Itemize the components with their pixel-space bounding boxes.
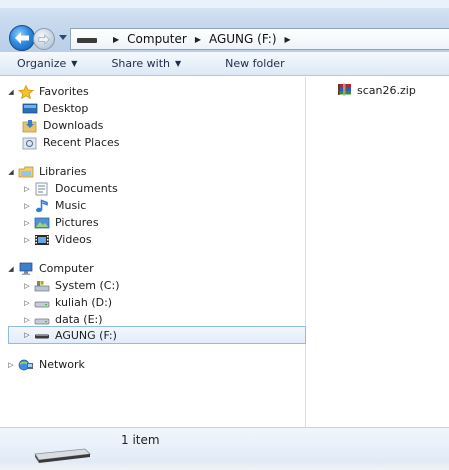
tree-item-label: AGUNG (F:) bbox=[55, 328, 117, 342]
collapsed-arrow-icon[interactable]: ▷ bbox=[22, 282, 32, 290]
tree-item-documents[interactable]: ▷ Documents bbox=[22, 180, 118, 197]
forward-button[interactable] bbox=[33, 28, 55, 50]
file-name: scan26.zip bbox=[357, 83, 416, 97]
hard-drive-icon bbox=[34, 313, 50, 327]
tree-item-system-c[interactable]: ▷ System (C:) bbox=[22, 277, 120, 294]
back-arrow-icon bbox=[15, 32, 29, 44]
tree-network-label: Network bbox=[39, 358, 85, 371]
organize-button[interactable]: Organize ▼ bbox=[17, 57, 77, 70]
tree-item-label: Documents bbox=[55, 182, 118, 195]
star-icon bbox=[18, 84, 34, 99]
breadcrumb-arrow-icon[interactable]: ▶ bbox=[113, 35, 119, 44]
forward-arrow-icon bbox=[38, 33, 50, 45]
recent-pages-dropdown[interactable] bbox=[58, 33, 68, 43]
pictures-icon bbox=[34, 216, 50, 230]
collapsed-arrow-icon[interactable]: ▷ bbox=[22, 236, 32, 244]
breadcrumb-arrow-icon[interactable]: ▶ bbox=[195, 35, 201, 44]
chevron-down-icon: ▼ bbox=[175, 59, 182, 68]
tree-libraries-label: Libraries bbox=[39, 165, 87, 178]
tree-computer[interactable]: ◢ Computer bbox=[6, 260, 94, 277]
share-with-label: Share with bbox=[111, 57, 171, 70]
tree-network[interactable]: ▷ Network bbox=[6, 356, 85, 373]
breadcrumb-computer[interactable]: Computer bbox=[127, 32, 187, 46]
expanded-arrow-icon[interactable]: ◢ bbox=[6, 265, 16, 273]
tree-item-label: Recent Places bbox=[43, 136, 120, 149]
music-icon bbox=[34, 198, 50, 213]
tree-item-kuliah-d[interactable]: ▷ kuliah (D:) bbox=[22, 294, 112, 311]
collapsed-arrow-icon[interactable]: ▷ bbox=[6, 361, 16, 369]
tree-item-agung-f[interactable]: ▷ AGUNG (F:) bbox=[8, 326, 306, 344]
navigation-pane: ◢ Favorites Desktop Downloads Recent Pla… bbox=[0, 77, 306, 427]
organize-label: Organize bbox=[17, 57, 67, 70]
drive-icon bbox=[77, 33, 99, 45]
libraries-icon bbox=[18, 165, 34, 179]
tree-libraries[interactable]: ◢ Libraries bbox=[6, 163, 87, 180]
window-edge bbox=[0, 462, 449, 470]
breadcrumb-arrow-icon[interactable]: ▶ bbox=[285, 35, 291, 44]
tree-item-label: Videos bbox=[55, 233, 92, 246]
back-button[interactable] bbox=[9, 25, 35, 51]
tree-item-label: Pictures bbox=[55, 216, 99, 229]
expanded-arrow-icon[interactable]: ◢ bbox=[6, 88, 16, 96]
file-item[interactable]: scan26.zip bbox=[337, 83, 416, 97]
desktop-icon bbox=[22, 102, 38, 116]
collapsed-arrow-icon[interactable]: ▷ bbox=[22, 316, 32, 324]
collapsed-arrow-icon[interactable]: ▷ bbox=[22, 299, 32, 307]
tree-item-downloads[interactable]: Downloads bbox=[22, 117, 103, 134]
tree-item-pictures[interactable]: ▷ Pictures bbox=[22, 214, 99, 231]
network-icon bbox=[18, 358, 34, 372]
documents-icon bbox=[34, 182, 50, 196]
tree-item-videos[interactable]: ▷ Videos bbox=[22, 231, 92, 248]
tree-item-music[interactable]: ▷ Music bbox=[22, 197, 86, 214]
tree-item-desktop[interactable]: Desktop bbox=[22, 100, 88, 117]
collapsed-arrow-icon[interactable]: ▷ bbox=[22, 331, 32, 339]
chevron-down-icon: ▼ bbox=[71, 59, 78, 68]
collapsed-arrow-icon[interactable]: ▷ bbox=[22, 219, 32, 227]
tree-item-label: Desktop bbox=[43, 102, 89, 115]
file-list: scan26.zip bbox=[307, 77, 449, 427]
new-folder-label: New folder bbox=[225, 57, 285, 70]
tree-favorites[interactable]: ◢ Favorites bbox=[6, 83, 89, 100]
command-bar: Organize ▼ Share with ▼ New folder bbox=[0, 52, 449, 76]
collapsed-arrow-icon[interactable]: ▷ bbox=[22, 202, 32, 210]
tree-favorites-label: Favorites bbox=[39, 85, 89, 98]
breadcrumb-drive[interactable]: AGUNG (F:) bbox=[209, 32, 277, 46]
expanded-arrow-icon[interactable]: ◢ bbox=[6, 168, 16, 176]
tree-item-recent-places[interactable]: Recent Places bbox=[22, 134, 120, 151]
tree-computer-label: Computer bbox=[39, 262, 94, 275]
tree-item-label: System (C:) bbox=[55, 279, 120, 292]
computer-icon bbox=[18, 262, 34, 276]
tree-item-label: Music bbox=[55, 199, 87, 212]
new-folder-button[interactable]: New folder bbox=[225, 57, 284, 70]
collapsed-arrow-icon[interactable]: ▷ bbox=[22, 185, 32, 193]
hard-drive-icon bbox=[34, 296, 50, 310]
system-drive-icon bbox=[34, 279, 50, 293]
videos-icon bbox=[34, 233, 50, 247]
tree-item-label: data (E:) bbox=[55, 313, 103, 326]
address-bar[interactable]: ▶ Computer ▶ AGUNG (F:) ▶ bbox=[70, 28, 449, 50]
item-count: 1 item bbox=[121, 433, 160, 447]
chevron-down-icon bbox=[59, 35, 67, 40]
removable-drive-icon bbox=[34, 328, 50, 342]
share-with-button[interactable]: Share with ▼ bbox=[111, 57, 181, 70]
recent-places-icon bbox=[22, 136, 38, 150]
tree-item-label: Downloads bbox=[43, 119, 104, 132]
downloads-folder-icon bbox=[22, 119, 38, 133]
tree-item-label: kuliah (D:) bbox=[55, 296, 113, 309]
winrar-archive-icon bbox=[337, 83, 353, 97]
